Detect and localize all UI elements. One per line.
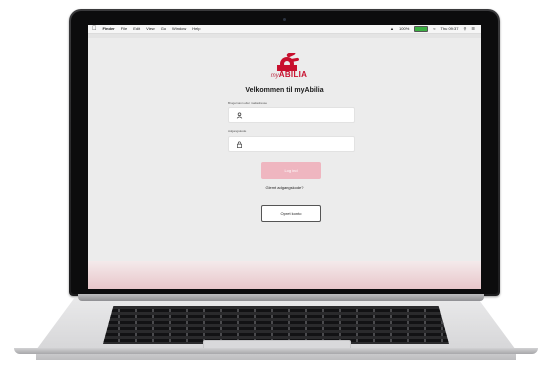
menu-item-view[interactable]: View: [146, 25, 155, 33]
dropbox-icon[interactable]: ▲: [390, 25, 394, 33]
key-row: [103, 333, 449, 336]
laptop-front-edge: [14, 348, 538, 354]
key-row: [103, 309, 449, 312]
laptop-screen:  Finder File Edit View Go Window Help ▲…: [88, 25, 481, 289]
laptop-hinge: [78, 294, 484, 301]
password-input[interactable]: [228, 136, 355, 152]
menu-item-file[interactable]: File: [121, 25, 127, 33]
notification-center-icon[interactable]: ☰: [471, 25, 475, 33]
menu-bar:  Finder File Edit View Go Window Help ▲…: [88, 25, 481, 34]
keyboard: [103, 306, 449, 344]
username-label: Brugernavn eller mailadresse: [228, 101, 268, 105]
menu-item-finder[interactable]: Finder: [103, 25, 115, 33]
brand-name: ABILIA: [278, 70, 308, 79]
brand-wordmark: myABILIA: [264, 70, 314, 80]
spotlight-search-icon[interactable]: ⚲: [463, 25, 466, 33]
username-input[interactable]: [228, 107, 355, 123]
battery-icon[interactable]: [414, 26, 429, 32]
create-account-button[interactable]: Opret konto: [261, 205, 321, 222]
key-row: [103, 327, 449, 330]
screen-bottom-strip: [88, 261, 481, 289]
forgot-password-link[interactable]: Glemt adgangskode?: [88, 185, 481, 190]
lock-icon: [237, 141, 242, 148]
user-icon: [236, 112, 243, 119]
battery-percent: 100%: [399, 26, 410, 31]
menubar-clock[interactable]: Thu 09:37: [440, 25, 458, 33]
key-row: [103, 315, 449, 318]
menu-item-go[interactable]: Go: [161, 25, 166, 33]
key-row: [103, 321, 449, 324]
brand-prefix: my: [270, 73, 279, 79]
wifi-icon[interactable]: ≈: [433, 25, 435, 33]
menu-item-help[interactable]: Help: [192, 25, 200, 33]
login-button[interactable]: Log ind: [261, 162, 321, 179]
page-title: Velkommen til myAbilia: [245, 87, 324, 94]
menu-item-window[interactable]: Window: [172, 25, 186, 33]
apple-icon[interactable]: : [92, 25, 97, 33]
window-top: [88, 34, 481, 38]
camera-icon: [283, 18, 286, 21]
menu-item-edit[interactable]: Edit: [133, 25, 140, 33]
password-label: Adgangskode: [228, 129, 247, 133]
